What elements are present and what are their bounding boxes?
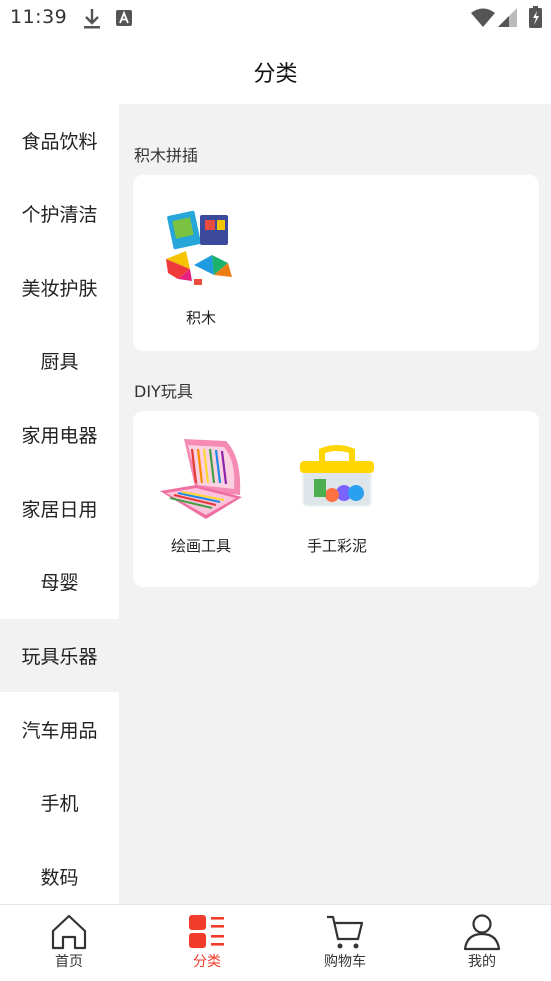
sidebar-item-kitchenware[interactable]: 厨具	[0, 324, 119, 397]
status-time: 11:39	[10, 6, 68, 28]
product-card: 积木	[133, 175, 539, 351]
tab-label: 我的	[468, 954, 496, 970]
clay-kit-image	[300, 445, 374, 507]
product-item[interactable]: 绘画工具	[146, 435, 256, 556]
product-name: 积木	[185, 309, 216, 327]
download-icon	[84, 9, 100, 29]
signal-icon	[498, 8, 517, 27]
tab-cart[interactable]: 购物车	[276, 905, 414, 981]
building-blocks-image	[166, 210, 232, 285]
section-title: 积木拼插	[134, 146, 199, 165]
sidebar-item-digital[interactable]: 数码	[0, 840, 119, 904]
section-title: DIY玩具	[134, 382, 193, 401]
sidebar-item-baby[interactable]: 母婴	[0, 545, 119, 618]
battery-icon	[529, 6, 542, 28]
tab-label: 购物车	[324, 954, 366, 970]
sidebar-item-food-drinks[interactable]: 食品饮料	[0, 104, 119, 177]
home-icon	[51, 914, 87, 950]
sidebar-item-appliances[interactable]: 家用电器	[0, 398, 119, 471]
sidebar-item-phones[interactable]: 手机	[0, 766, 119, 839]
wifi-icon	[471, 8, 495, 27]
font-icon	[116, 10, 132, 26]
sidebar-item-beauty[interactable]: 美妆护肤	[0, 251, 119, 324]
tab-profile[interactable]: 我的	[413, 905, 551, 981]
user-icon	[463, 914, 501, 951]
category-content: 积木拼插 积木 DIY玩具 绘画工具 手工彩泥	[119, 104, 551, 904]
product-item[interactable]: 积木	[146, 207, 256, 328]
product-item[interactable]: 手工彩泥	[282, 435, 392, 556]
drawing-tools-image	[160, 439, 242, 519]
tab-label: 首页	[55, 954, 83, 970]
tab-category[interactable]: 分类	[138, 905, 276, 981]
sidebar-item-personal-care[interactable]: 个护清洁	[0, 177, 119, 250]
page-title: 分类	[253, 62, 298, 87]
cart-icon	[327, 915, 364, 949]
product-name: 手工彩泥	[306, 537, 367, 555]
category-icon	[189, 915, 224, 948]
tab-home[interactable]: 首页	[0, 905, 138, 981]
tab-label: 分类	[193, 954, 221, 970]
header: 分类	[0, 38, 551, 104]
category-sidebar: 食品饮料 个护清洁 美妆护肤 厨具 家用电器 家居日用 母婴 玩具乐器 汽车用品…	[0, 104, 119, 904]
product-name: 绘画工具	[170, 537, 231, 555]
bottom-tabbar: 首页 分类 购物车 我的	[0, 904, 551, 981]
sidebar-item-household[interactable]: 家居日用	[0, 472, 119, 545]
sidebar-item-toys-instruments[interactable]: 玩具乐器	[0, 619, 119, 692]
sidebar-item-auto[interactable]: 汽车用品	[0, 693, 119, 766]
product-card: 绘画工具 手工彩泥	[133, 411, 539, 587]
status-bar: 11:39	[0, 0, 551, 38]
